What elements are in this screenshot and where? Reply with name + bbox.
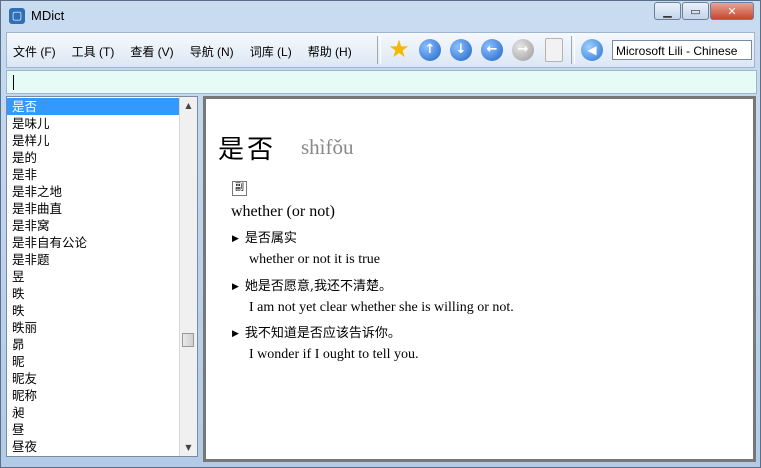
- word-list-item[interactable]: 昴: [7, 336, 181, 353]
- entry-panel: 是否 shìfǒu 副 whether (or not) ▶ 是否属实 wheth…: [203, 96, 756, 462]
- menu-file[interactable]: 文件 (F): [13, 43, 56, 60]
- text-caret: [13, 75, 14, 90]
- word-list-item[interactable]: 昳: [7, 285, 181, 302]
- arrow-back-icon[interactable]: ←: [481, 39, 503, 61]
- menu-navigate[interactable]: 导航 (N): [190, 43, 234, 60]
- scroll-down-arrow-icon[interactable]: ▼: [180, 439, 197, 456]
- menu-view[interactable]: 查看 (V): [130, 43, 173, 60]
- entry-definition: whether (or not): [231, 203, 335, 220]
- word-list-item[interactable]: 昵友: [7, 370, 181, 387]
- word-list-item[interactable]: 是否: [7, 98, 181, 115]
- word-list-item[interactable]: 是非: [7, 166, 181, 183]
- menu-tools[interactable]: 工具 (T): [72, 43, 115, 60]
- word-list-item[interactable]: 是非之地: [7, 183, 181, 200]
- example-cn: ▶ 是否属实: [232, 231, 297, 246]
- word-list-items: 是否 是味儿 是样儿 是的 是非 是非之地 是非曲直 是非窝 是非自有公论 是非题昱昳昳昳丽昴昵昵…: [7, 98, 181, 455]
- word-list-item[interactable]: 昵: [7, 353, 181, 370]
- close-button[interactable]: ✕: [710, 2, 754, 20]
- arrow-forward-icon[interactable]: →: [512, 39, 534, 61]
- word-list-item[interactable]: 昼夜: [7, 438, 181, 455]
- title-bar[interactable]: ▢ MDict ▁ ▭ ✕: [1, 1, 760, 30]
- word-list-item[interactable]: 昱: [7, 268, 181, 285]
- entry-headword: 是否: [218, 135, 277, 165]
- word-list[interactable]: 是否 是味儿 是样儿 是的 是非 是非之地 是非曲直 是非窝 是非自有公论 是非题昱昳昳昳丽昴昵昵…: [6, 96, 198, 457]
- window-controls: ▁ ▭ ✕: [653, 2, 754, 20]
- toolbar-separator: [377, 36, 381, 64]
- word-list-item[interactable]: 是非题: [7, 251, 181, 268]
- example-cn: ▶ 她是否愿意,我还不清楚。: [232, 279, 393, 294]
- word-list-item[interactable]: 是味儿: [7, 115, 181, 132]
- speaker-icon[interactable]: ◀: [581, 39, 603, 61]
- word-list-item[interactable]: 昵称: [7, 387, 181, 404]
- menu-bar: 文件 (F) 工具 (T) 查看 (V) 导航 (N) 词库 (L) 帮助 (H…: [13, 43, 368, 60]
- word-list-item[interactable]: 昶: [7, 404, 181, 421]
- app-window: ▢ MDict ▁ ▭ ✕ 文件 (F) 工具 (T) 查看 (V) 导航 (N…: [0, 0, 761, 468]
- word-list-item[interactable]: 昳: [7, 302, 181, 319]
- menu-help[interactable]: 帮助 (H): [308, 43, 352, 60]
- example-en: I wonder if I ought to tell you.: [249, 347, 419, 362]
- favorite-star-icon[interactable]: ★: [387, 37, 411, 61]
- scroll-up-arrow-icon[interactable]: ▲: [180, 97, 197, 114]
- word-list-item[interactable]: 昼: [7, 421, 181, 438]
- word-list-item[interactable]: 是的: [7, 149, 181, 166]
- bullet-triangle-icon: ▶: [232, 282, 239, 292]
- bullet-triangle-icon: ▶: [232, 234, 239, 244]
- example-en: I am not yet clear whether she is willin…: [249, 300, 514, 315]
- window-title: MDict: [31, 8, 65, 23]
- mdict-app-icon: ▢: [9, 8, 25, 24]
- toolbar: 文件 (F) 工具 (T) 查看 (V) 导航 (N) 词库 (L) 帮助 (H…: [6, 32, 755, 68]
- entry-pinyin: shìfǒu: [301, 135, 354, 159]
- bullet-triangle-icon: ▶: [232, 329, 239, 339]
- word-list-item[interactable]: 是样儿: [7, 132, 181, 149]
- menu-library[interactable]: 词库 (L): [250, 43, 292, 60]
- part-of-speech-tag: 副: [232, 181, 247, 196]
- word-list-item[interactable]: 是非自有公论: [7, 234, 181, 251]
- scroll-thumb[interactable]: [182, 333, 194, 347]
- word-list-item[interactable]: 是非曲直: [7, 200, 181, 217]
- voice-select[interactable]: Microsoft Lili - Chinese: [612, 40, 752, 60]
- toolbar-separator: [571, 36, 575, 64]
- clipboard-icon[interactable]: [545, 38, 563, 62]
- word-list-scrollbar[interactable]: ▲ ▼: [179, 97, 197, 456]
- search-input[interactable]: [6, 70, 757, 94]
- example-cn: ▶ 我不知道是否应该告诉你。: [232, 326, 401, 341]
- maximize-button[interactable]: ▭: [682, 2, 709, 20]
- example-en: whether or not it is true: [249, 252, 381, 267]
- word-list-item[interactable]: 昳丽: [7, 319, 181, 336]
- arrow-up-icon[interactable]: ↑: [419, 39, 441, 61]
- word-list-item[interactable]: 是非窝: [7, 217, 181, 234]
- arrow-down-icon[interactable]: ↓: [450, 39, 472, 61]
- minimize-button[interactable]: ▁: [654, 2, 681, 20]
